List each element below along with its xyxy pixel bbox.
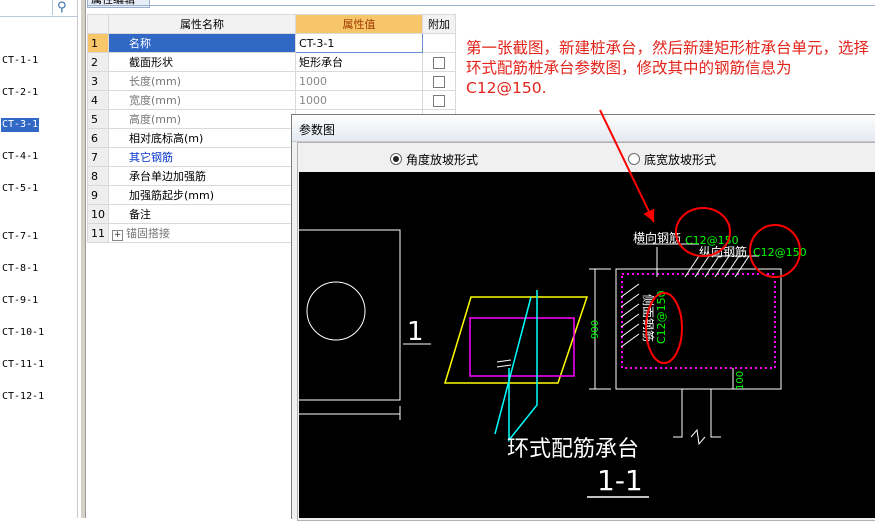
table-row[interactable]: 3 长度(mm) 1000	[87, 71, 456, 91]
expand-icon[interactable]: +	[112, 230, 123, 241]
tree-item[interactable]: CT-8-1	[1, 262, 39, 276]
column-header-extra: 附加	[422, 14, 456, 34]
drawing-caption: 环式配筋承台	[507, 437, 639, 462]
tab-divider	[87, 5, 875, 6]
row-number: 10	[87, 204, 109, 224]
extra-checkbox[interactable]	[433, 56, 445, 69]
row-number: 11	[87, 223, 109, 243]
tree-item[interactable]: CT-12-1	[1, 390, 45, 404]
tree-item-selected[interactable]: CT-3-1	[1, 118, 40, 132]
pile-stub	[710, 389, 721, 438]
extra-cell	[422, 71, 456, 91]
dim-900-label: 900	[590, 320, 601, 339]
property-name[interactable]: 宽度(mm)	[108, 90, 296, 110]
row-number: 4	[87, 90, 109, 110]
row-number: 6	[87, 128, 109, 148]
radio-label: 底宽放坡形式	[644, 153, 717, 167]
label-side-rebar: 侧面钢筋	[641, 294, 656, 342]
column-header-value: 属性值	[295, 14, 423, 34]
property-name[interactable]: 高度(mm)	[108, 109, 296, 129]
property-name[interactable]: 截面形状	[108, 52, 296, 72]
radio-angle-slope[interactable]: 角度放坡形式	[390, 151, 478, 168]
component-tree: ⚲ CT-1-1 CT-2-1 CT-3-1 CT-4-1 CT-5-1 CT-…	[0, 0, 78, 518]
leader-hatch	[620, 283, 640, 298]
property-editor-tab[interactable]: 属性编辑	[87, 0, 150, 8]
sketch-tick	[496, 364, 512, 368]
break-symbol	[690, 428, 706, 446]
row-number: 1	[87, 33, 109, 53]
tree-item[interactable]: CT-11-1	[1, 358, 45, 372]
plan-frame	[299, 229, 401, 401]
dialog-title: 参数图	[299, 123, 336, 137]
table-row[interactable]: 4 宽度(mm) 1000	[87, 90, 456, 110]
tree-item[interactable]: CT-10-1	[1, 326, 45, 340]
property-value[interactable]: 1000	[295, 71, 423, 91]
leader-hatch	[620, 313, 640, 328]
parameter-drawing-canvas[interactable]: 1 900 100 横向钢筋 C12@150 纵向钢筋 C12@150 侧面钢筋…	[299, 172, 875, 518]
sketch-tick	[496, 359, 512, 363]
property-name: 锚固搭接	[126, 227, 170, 240]
property-value[interactable]: 1000	[295, 90, 423, 110]
leader-hatch	[620, 333, 640, 348]
property-name[interactable]: 备注	[108, 204, 296, 224]
extra-cell	[422, 52, 456, 72]
property-name[interactable]: 长度(mm)	[108, 71, 296, 91]
row-number: 5	[87, 109, 109, 129]
leader-hatch	[620, 303, 640, 318]
extra-checkbox[interactable]	[433, 75, 445, 88]
tree-item[interactable]: CT-9-1	[1, 294, 39, 308]
section-title: 1-1	[597, 464, 643, 497]
tree-item[interactable]: CT-7-1	[1, 230, 39, 244]
property-name[interactable]: 其它钢筋	[108, 147, 296, 167]
row-number: 2	[87, 52, 109, 72]
annotation-note: 第一张截图，新建桩承台，然后新建矩形桩承台单元，选择环式配筋桩承台参数图，修改其…	[466, 39, 870, 97]
pile-stub	[673, 389, 683, 438]
tree-item[interactable]: CT-2-1	[1, 86, 39, 100]
drawing-svg: 1 900 100 横向钢筋 C12@150 纵向钢筋 C12@150 侧面钢筋…	[299, 207, 807, 498]
radio-dot-icon	[628, 153, 640, 165]
cap-box-magenta	[469, 317, 575, 377]
property-name[interactable]: 加强筋起步(mm)	[108, 185, 296, 205]
row-number: 7	[87, 147, 109, 167]
column-header-name: 属性名称	[108, 14, 296, 34]
radio-bottom-width-slope[interactable]: 底宽放坡形式	[628, 151, 716, 168]
label-transverse-rebar: 横向钢筋	[633, 230, 681, 245]
pile-circle	[306, 281, 366, 341]
radio-dot-checked-icon	[390, 153, 402, 165]
tree-search-bar: ⚲	[0, 0, 77, 17]
property-value-input[interactable]: CT-3-1	[295, 33, 423, 53]
extra-cell	[422, 90, 456, 110]
property-name[interactable]: 名称	[108, 33, 296, 53]
radio-label: 角度放坡形式	[406, 153, 479, 167]
property-name-group[interactable]: + 锚固搭接	[108, 223, 296, 243]
panel-splitter[interactable]	[80, 0, 86, 518]
row-number: 9	[87, 185, 109, 205]
slope-plane-yellow	[443, 296, 589, 384]
tree-item[interactable]: CT-1-1	[1, 54, 39, 68]
rebar-label-side: C12@150	[655, 290, 668, 344]
dim-100-label: 100	[735, 371, 746, 390]
property-value[interactable]: 矩形承台	[295, 52, 423, 72]
search-icon[interactable]: ⚲	[57, 0, 73, 15]
property-name[interactable]: 相对底标高(m)	[108, 128, 296, 148]
tree-item[interactable]: CT-4-1	[1, 150, 39, 164]
extra-checkbox[interactable]	[433, 94, 445, 107]
row-number-header	[87, 14, 109, 34]
extra-cell	[422, 33, 456, 53]
dialog-titlebar[interactable]: 参数图	[292, 115, 875, 142]
property-name[interactable]: 承台单边加强筋	[108, 166, 296, 186]
row-number: 3	[87, 71, 109, 91]
table-header: 属性名称 属性值 附加	[87, 14, 456, 34]
table-row[interactable]: 2 截面形状 矩形承台	[87, 52, 456, 72]
row-number: 8	[87, 166, 109, 186]
leader-hatch	[620, 323, 640, 338]
section-outline	[615, 268, 782, 390]
tree-search-input[interactable]	[0, 0, 53, 15]
tree-item[interactable]: CT-5-1	[1, 182, 39, 196]
table-row[interactable]: 1 名称 CT-3-1	[87, 33, 456, 53]
leader-hatch	[620, 293, 640, 308]
section-mark-1: 1	[407, 317, 424, 347]
